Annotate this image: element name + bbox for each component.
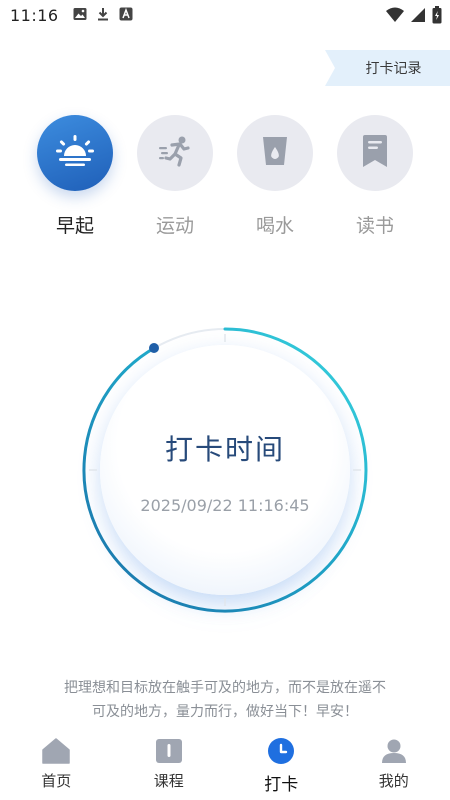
status-system-icons [386,6,442,28]
clock-icon [266,736,296,766]
category-early-rise-circle [37,115,113,191]
course-book-icon [154,736,184,766]
status-notifications [73,6,133,25]
category-exercise-label: 运动 [155,215,194,237]
home-icon [41,736,71,766]
category-drink-water-label: 喝水 [255,215,294,237]
clock-title: 打卡时间 [164,433,285,466]
category-drink-water-circle [237,115,313,191]
download-icon [96,6,110,25]
motto-line-2: 可及的地方，量力而行，做好当下！早安！ [92,704,358,720]
running-icon [158,135,192,171]
category-early-rise-label: 早起 [55,215,94,237]
checkin-clock[interactable]: 打卡时间 2025/09/22 11:16:45 [75,320,375,620]
nav-checkin-label: 打卡 [264,775,299,795]
nav-course-label: 课程 [153,772,184,790]
nav-checkin[interactable]: 打卡 [225,730,338,800]
checkin-record-label: 打卡记录 [365,61,422,77]
nav-home[interactable]: 首页 [0,730,113,800]
clock-ring [82,327,368,613]
bottom-nav: 首页 课程 打卡 我的 [0,730,450,800]
wifi-icon [386,7,404,27]
sunrise-icon [56,134,94,172]
water-cup-icon [261,135,289,171]
status-time: 11:16 [10,5,59,25]
nav-home-label: 首页 [41,772,72,790]
nav-mine[interactable]: 我的 [338,730,450,800]
nav-mine-label: 我的 [378,772,409,790]
category-reading-label: 读书 [355,215,394,237]
motto-line-1: 把理想和目标放在触手可及的地方，而不是放在遥不 [64,680,386,696]
status-bar: 11:16 [0,0,450,30]
checkin-record-button[interactable]: 打卡记录 [325,50,450,86]
category-early-rise[interactable]: 早起 [35,115,115,238]
nav-course[interactable]: 课程 [113,730,226,800]
profile-icon [379,736,409,766]
category-reading[interactable]: 读书 [335,115,415,238]
category-exercise[interactable]: 运动 [135,115,215,238]
category-drink-water[interactable]: 喝水 [235,115,315,238]
clock-datetime: 2025/09/22 11:16:45 [140,496,310,515]
category-exercise-circle [137,115,213,191]
cell-signal-icon [410,7,426,27]
category-reading-circle [337,115,413,191]
motto-text: 把理想和目标放在触手可及的地方，而不是放在遥不 可及的地方，量力而行，做好当下！… [40,676,410,724]
clock-progress-dot [149,343,159,353]
bookmark-book-icon [362,135,388,171]
category-selector: 早起 运动 喝水 读书 [0,115,450,245]
battery-icon [432,6,442,28]
font-a-icon [119,6,133,25]
image-icon [73,6,87,25]
